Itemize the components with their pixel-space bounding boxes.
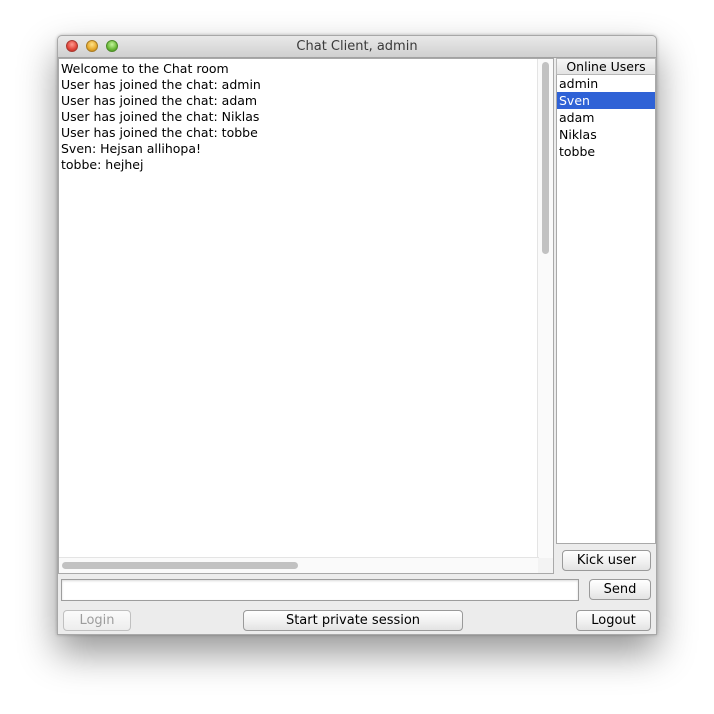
chat-horizontal-scrollbar[interactable] — [59, 557, 539, 573]
chat-line: Sven: Hejsan allihopa! — [61, 141, 202, 156]
chat-vertical-scrollbar[interactable] — [537, 59, 553, 558]
user-item-tobbe[interactable]: tobbe — [557, 143, 655, 160]
logout-button[interactable]: Logout — [576, 610, 651, 631]
chat-line: User has joined the chat: Niklas — [61, 109, 260, 124]
user-item-niklas[interactable]: Niklas — [557, 126, 655, 143]
chat-line: tobbe: hejhej — [61, 157, 144, 172]
chat-line: User has joined the chat: adam — [61, 93, 258, 108]
user-item-admin[interactable]: admin — [557, 75, 655, 92]
chat-horizontal-scroll-thumb[interactable] — [62, 562, 298, 569]
online-users-panel: Online Users admin Sven adam Niklas tobb… — [556, 58, 656, 544]
login-button[interactable]: Login — [63, 610, 131, 631]
online-users-list[interactable]: admin Sven adam Niklas tobbe — [556, 75, 656, 544]
title-bar[interactable]: Chat Client, admin — [58, 36, 656, 58]
window-title: Chat Client, admin — [296, 39, 418, 54]
online-users-header: Online Users — [556, 58, 656, 75]
scrollbar-corner — [538, 558, 553, 573]
send-button[interactable]: Send — [589, 579, 651, 600]
chat-line: User has joined the chat: tobbe — [61, 125, 258, 140]
chat-log[interactable]: Welcome to the Chat room User has joined… — [58, 58, 554, 574]
chat-line: User has joined the chat: admin — [61, 77, 261, 92]
chat-vertical-scroll-thumb[interactable] — [542, 62, 549, 254]
user-item-adam[interactable]: adam — [557, 109, 655, 126]
user-item-sven[interactable]: Sven — [557, 92, 655, 109]
message-input[interactable] — [61, 579, 579, 601]
chat-messages: Welcome to the Chat room User has joined… — [61, 61, 261, 173]
chat-client-window: Chat Client, admin Welcome to the Chat r… — [57, 35, 657, 635]
chat-line: Welcome to the Chat room — [61, 61, 229, 76]
kick-user-button[interactable]: Kick user — [562, 550, 651, 571]
start-private-session-button[interactable]: Start private session — [243, 610, 463, 631]
